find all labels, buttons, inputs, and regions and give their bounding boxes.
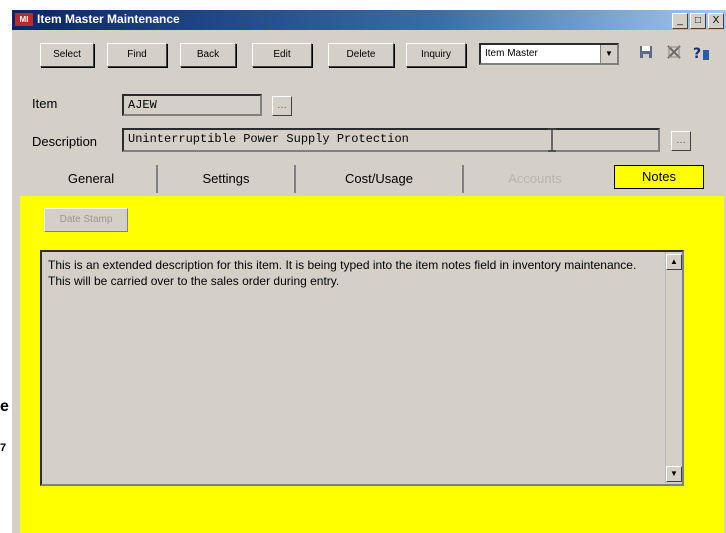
close-button[interactable]: X xyxy=(708,13,724,29)
notes-panel: Date Stamp This is an extended descripti… xyxy=(20,196,724,533)
window-title: Item Master Maintenance xyxy=(37,12,180,26)
background-text-fragment: e xyxy=(0,398,9,415)
chevron-down-icon[interactable]: ▼ xyxy=(600,45,617,63)
scroll-down-icon[interactable]: ▼ xyxy=(666,466,682,482)
delete-button[interactable]: Delete xyxy=(328,43,394,67)
title-bar[interactable]: MI Item Master Maintenance _ □ X xyxy=(12,10,726,30)
notes-textarea[interactable]: This is an extended description for this… xyxy=(40,250,684,486)
date-stamp-button[interactable]: Date Stamp xyxy=(44,208,128,232)
minimize-button[interactable]: _ xyxy=(672,13,688,29)
text-cursor-icon xyxy=(546,128,558,152)
inquiry-button[interactable]: Inquiry xyxy=(406,43,466,67)
item-field[interactable]: AJEW xyxy=(122,94,262,116)
item-lookup-button[interactable]: … xyxy=(272,96,292,116)
app-icon: MI xyxy=(15,13,33,26)
tab-accounts: Accounts xyxy=(464,165,606,193)
exit-icon[interactable] xyxy=(664,44,684,64)
help-icon[interactable]: ? xyxy=(692,44,712,64)
item-master-window: MI Item Master Maintenance _ □ X Select … xyxy=(12,10,726,533)
tab-notes[interactable]: Notes xyxy=(614,165,704,189)
background-text-fragment: 7 xyxy=(0,442,7,454)
description-lookup-button[interactable]: … xyxy=(671,131,691,151)
notes-scrollbar[interactable]: ▲ ▼ xyxy=(665,252,682,484)
view-select-value: Item Master xyxy=(485,48,538,59)
back-button[interactable]: Back xyxy=(180,43,236,67)
save-icon[interactable] xyxy=(636,44,656,64)
edit-button[interactable]: Edit xyxy=(252,43,312,67)
tab-general[interactable]: General xyxy=(26,165,158,193)
select-button[interactable]: Select xyxy=(40,43,94,67)
view-select[interactable]: Item Master ▼ xyxy=(479,43,619,65)
scroll-up-icon[interactable]: ▲ xyxy=(666,254,682,270)
tab-strip: General Settings Cost/Usage Accounts Not… xyxy=(18,165,722,195)
maximize-button[interactable]: □ xyxy=(690,13,706,29)
find-button[interactable]: Find xyxy=(107,43,167,67)
tab-settings[interactable]: Settings xyxy=(158,165,296,193)
description-label: Description xyxy=(32,134,98,149)
item-label: Item xyxy=(32,96,58,111)
tab-cost-usage[interactable]: Cost/Usage xyxy=(296,165,464,193)
description-field[interactable]: Uninterruptible Power Supply Protection xyxy=(122,128,660,152)
svg-text:?: ? xyxy=(693,46,701,62)
notes-text: This is an extended description for this… xyxy=(48,258,637,288)
